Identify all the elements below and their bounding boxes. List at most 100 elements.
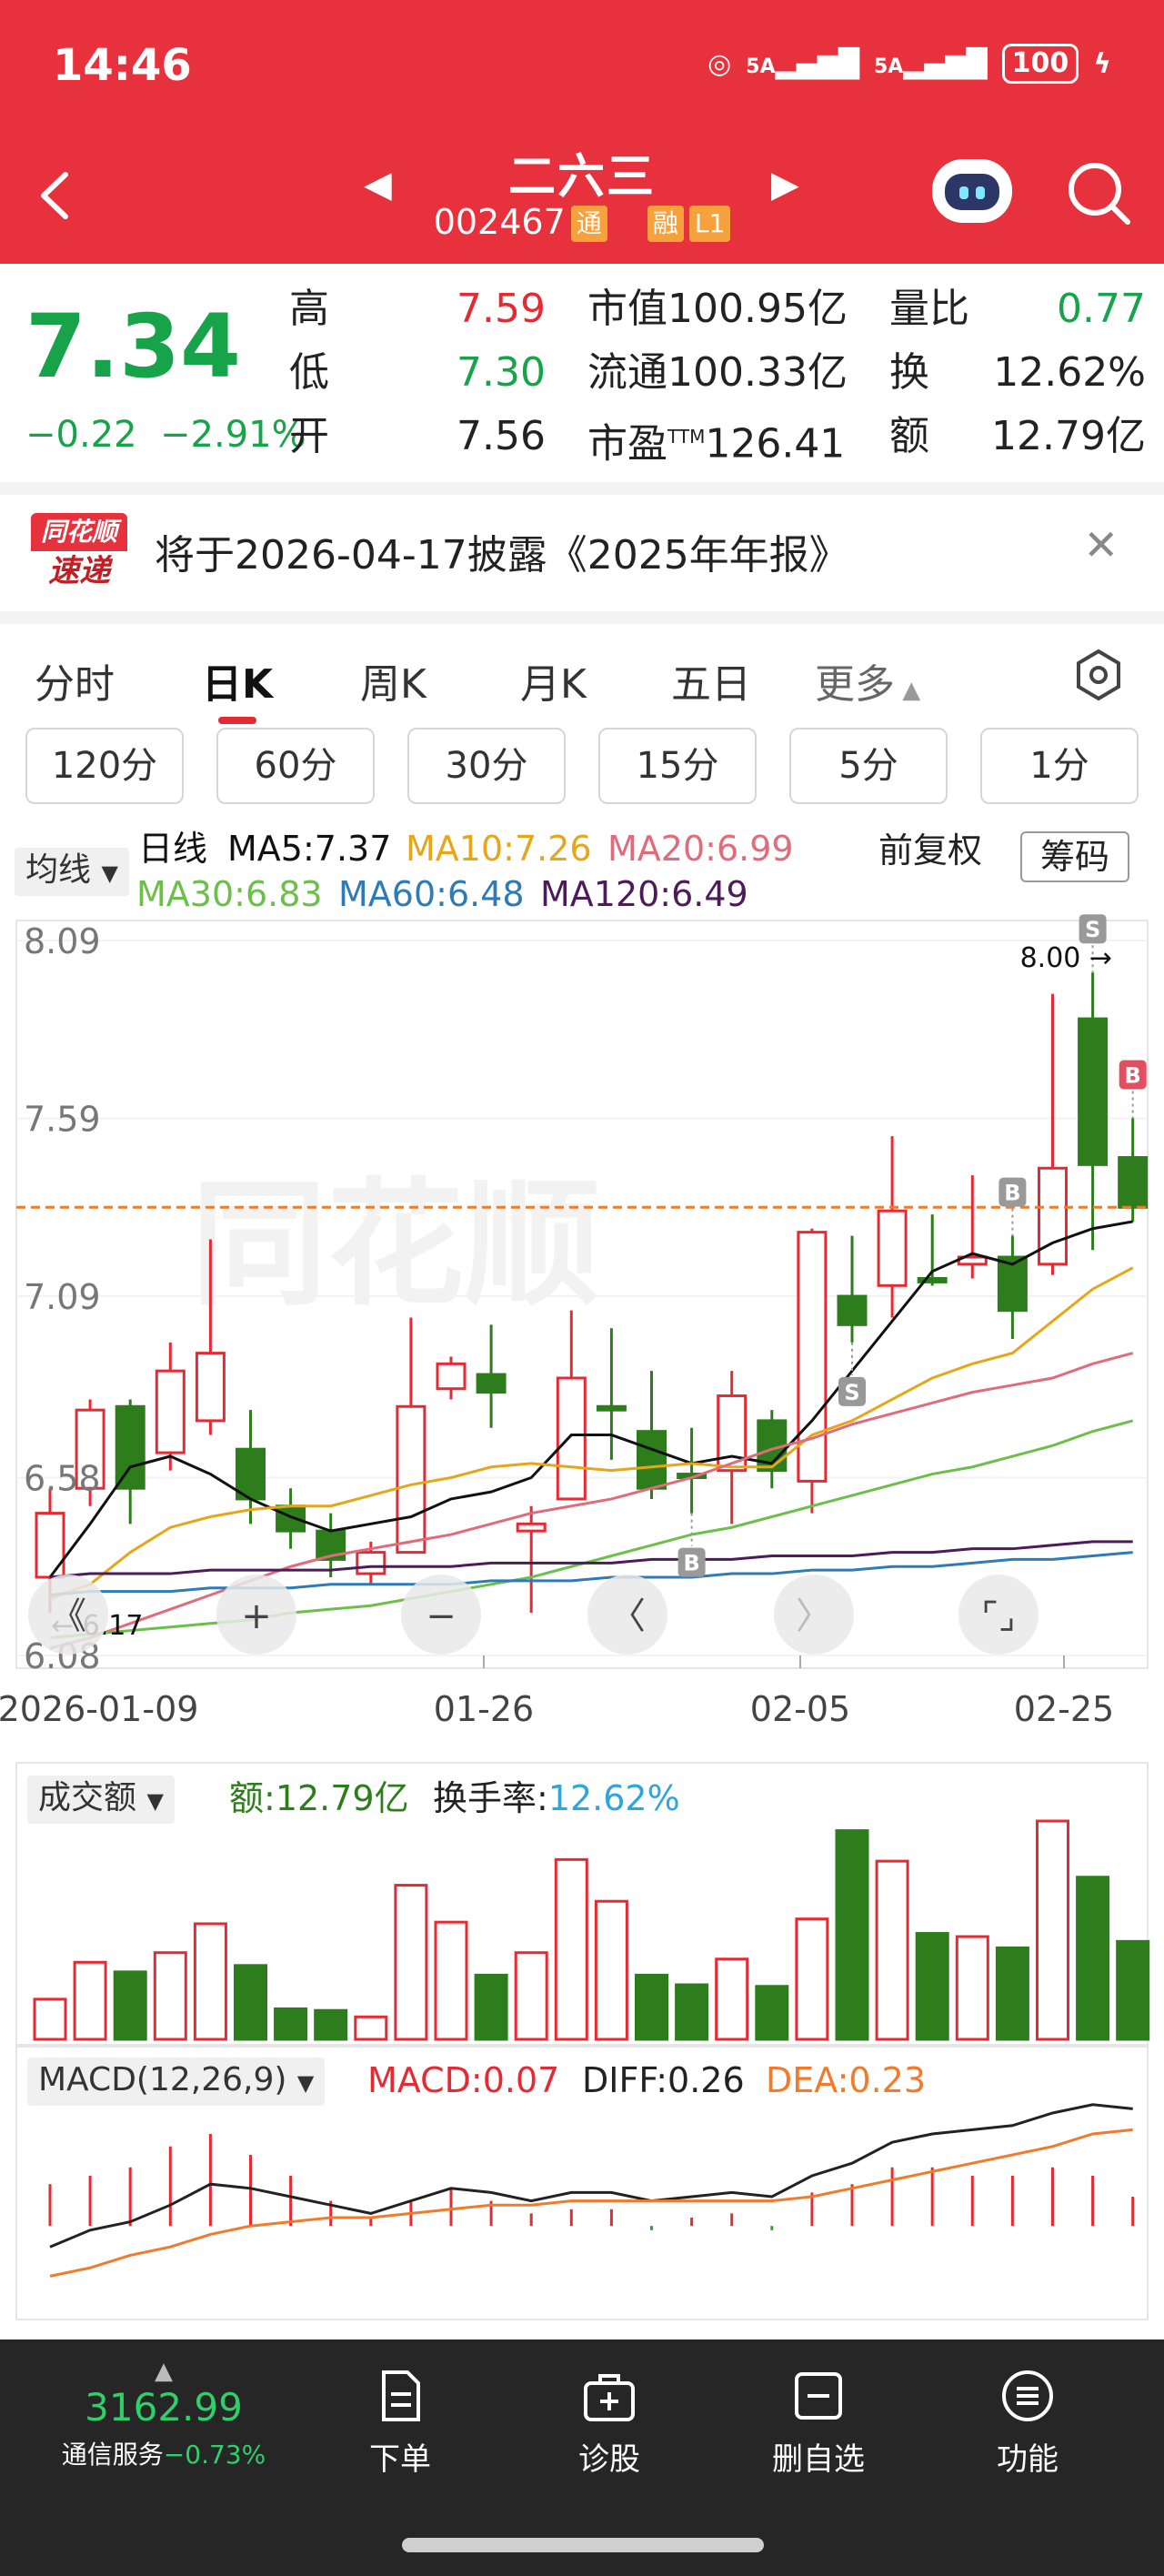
marker-label: S	[1085, 917, 1100, 942]
volume-bar	[757, 1987, 788, 2039]
volume-ratio-value: 0.77	[1000, 287, 1146, 332]
volume-amount: 额:12.79亿	[229, 1777, 409, 1819]
candle-body	[878, 1211, 906, 1285]
tab-monthly-k[interactable]: 月K	[520, 651, 587, 709]
candle-body	[557, 1378, 585, 1499]
volume-bar	[195, 1924, 226, 2039]
battery-icon: 100	[1002, 44, 1079, 84]
interval-5m[interactable]: 5分	[789, 728, 948, 804]
volume-bar	[115, 1972, 146, 2039]
turnover-value: 12.62%	[964, 350, 1146, 396]
macd-value: MACD:0.07	[367, 2059, 559, 2101]
volume-selector[interactable]: 成交额 ▼	[27, 1776, 175, 1824]
max-price-label: 8.00 →	[1020, 942, 1112, 974]
tag-level: L1	[689, 206, 730, 242]
candle	[798, 1229, 826, 1514]
last-price: 7.34	[25, 296, 241, 397]
adjust-mode[interactable]: 前复权	[878, 830, 982, 871]
candle-body	[838, 1296, 866, 1324]
volume-bar	[677, 1985, 707, 2039]
status-time: 14:46	[53, 40, 192, 91]
ma20-value: MA20:6.99	[607, 828, 794, 870]
index-widget[interactable]: ▲ 3162.99 通信服务−0.73%	[55, 2358, 273, 2471]
volume-bar	[556, 1859, 587, 2039]
candle-body	[156, 1371, 184, 1453]
candle-body	[638, 1432, 666, 1489]
chart-control-fullscreen[interactable]: ⌜⌟	[958, 1575, 1039, 1655]
close-icon[interactable]: ✕	[1083, 520, 1119, 569]
chart-control-zoom-out[interactable]: −	[401, 1575, 481, 1655]
index-change: −0.73%	[164, 2440, 266, 2470]
chart-control-zoom-in[interactable]: +	[216, 1575, 296, 1655]
candle-body	[1119, 1158, 1147, 1208]
candle-body	[277, 1506, 305, 1531]
tab-daily-k[interactable]: 日K	[202, 651, 273, 709]
minus-box-icon	[789, 2367, 848, 2425]
chart-control-prev[interactable]: 〈	[587, 1575, 667, 1655]
volume-bar	[276, 2008, 306, 2039]
price-change: −0.22 −2.91%	[25, 414, 306, 456]
document-icon	[371, 2367, 429, 2425]
robot-assistant-icon[interactable]	[932, 159, 1012, 223]
control-glyph: 〈	[609, 1595, 646, 1637]
order-button[interactable]: 下单	[327, 2367, 473, 2479]
low-label: 低	[289, 350, 329, 396]
search-icon[interactable]	[1062, 156, 1135, 229]
marker-label: B	[1125, 1063, 1141, 1089]
menu-circle-icon	[998, 2367, 1057, 2425]
volume-bar	[236, 1966, 266, 2039]
control-glyph: 〉	[796, 1595, 832, 1637]
chip-button[interactable]: 筹码	[1020, 831, 1129, 882]
chart-control-fast-back[interactable]: 《	[28, 1575, 108, 1655]
volume-bar	[637, 1975, 667, 2039]
interval-60m[interactable]: 60分	[216, 728, 375, 804]
float-cap: 流通100.33亿	[587, 350, 848, 396]
open-label: 开	[289, 414, 329, 459]
volume-bar	[1118, 1941, 1149, 2039]
control-glyph: +	[241, 1595, 272, 1637]
candle-body	[397, 1406, 425, 1552]
macd-selector[interactable]: MACD(12,26,9) ▼	[27, 2058, 325, 2106]
y-tick-label: 7.59	[24, 1100, 101, 1140]
candle-body	[597, 1406, 625, 1410]
home-indicator[interactable]	[402, 2538, 764, 2552]
volume-ratio-label: 量比	[889, 287, 969, 332]
interval-1m[interactable]: 1分	[980, 728, 1139, 804]
interval-30m[interactable]: 30分	[407, 728, 566, 804]
ma5-value: MA5:7.37	[227, 828, 391, 870]
amount-label: 额	[889, 414, 929, 459]
tab-weekly-k[interactable]: 周K	[360, 651, 426, 709]
tag-tong: 通	[571, 206, 607, 242]
volume-bar	[516, 1953, 547, 2039]
ma-selector[interactable]: 均线 ▼	[15, 848, 129, 896]
interval-15m[interactable]: 15分	[598, 728, 757, 804]
functions-button[interactable]: 功能	[955, 2367, 1100, 2479]
remove-watchlist-button[interactable]: 删自选	[746, 2367, 891, 2479]
volume-bar	[155, 1953, 186, 2039]
header-bar: 14:46 ◎ 5A▂▄▆█ 5A▂▄▆█ 100 ϟ ◀ ▶ 二六三 0024…	[0, 0, 1164, 264]
settings-hexagon-icon[interactable]	[1069, 646, 1128, 708]
volume-bar	[476, 1975, 507, 2039]
marker-label: B	[683, 1551, 699, 1576]
volume-bar	[596, 1901, 627, 2039]
status-icons: ◎ 5A▂▄▆█ 5A▂▄▆█ 100 ϟ	[707, 44, 1111, 84]
tab-five-day[interactable]: 五日	[671, 651, 751, 709]
interval-120m[interactable]: 120分	[25, 728, 184, 804]
volume-bar	[316, 2010, 346, 2039]
volume-bar	[917, 1934, 948, 2039]
turnover-label: 换	[889, 350, 929, 396]
stock-detail-screen: { "status_bar": {"time": "14:46", "sig1"…	[0, 0, 1164, 2576]
diagnose-button[interactable]: 诊股	[537, 2367, 682, 2479]
x-axis-label: 02-25	[1014, 1689, 1114, 1729]
chart-control-next[interactable]: 〉	[774, 1575, 854, 1655]
volume-bar	[436, 1922, 467, 2039]
volume-bar	[837, 1831, 868, 2039]
marker-label: S	[844, 1380, 859, 1405]
tab-more[interactable]: 更多 ▲	[815, 651, 920, 709]
chart-area[interactable]: 同花顺 SBBSB 8.097.597.096.586.088.00 →← 6.…	[0, 910, 1164, 2338]
chart-period-tabs: 分时 日K 周K 月K 五日 更多 ▲	[0, 611, 1164, 711]
tab-intraday[interactable]: 分时	[35, 651, 115, 709]
high-label: 高	[289, 287, 329, 332]
notice-banner[interactable]: 同花顺 速递 将于2026-04-17披露《2025年年报》 ✕	[0, 482, 1164, 597]
hotspot-icon: ◎	[707, 48, 731, 80]
